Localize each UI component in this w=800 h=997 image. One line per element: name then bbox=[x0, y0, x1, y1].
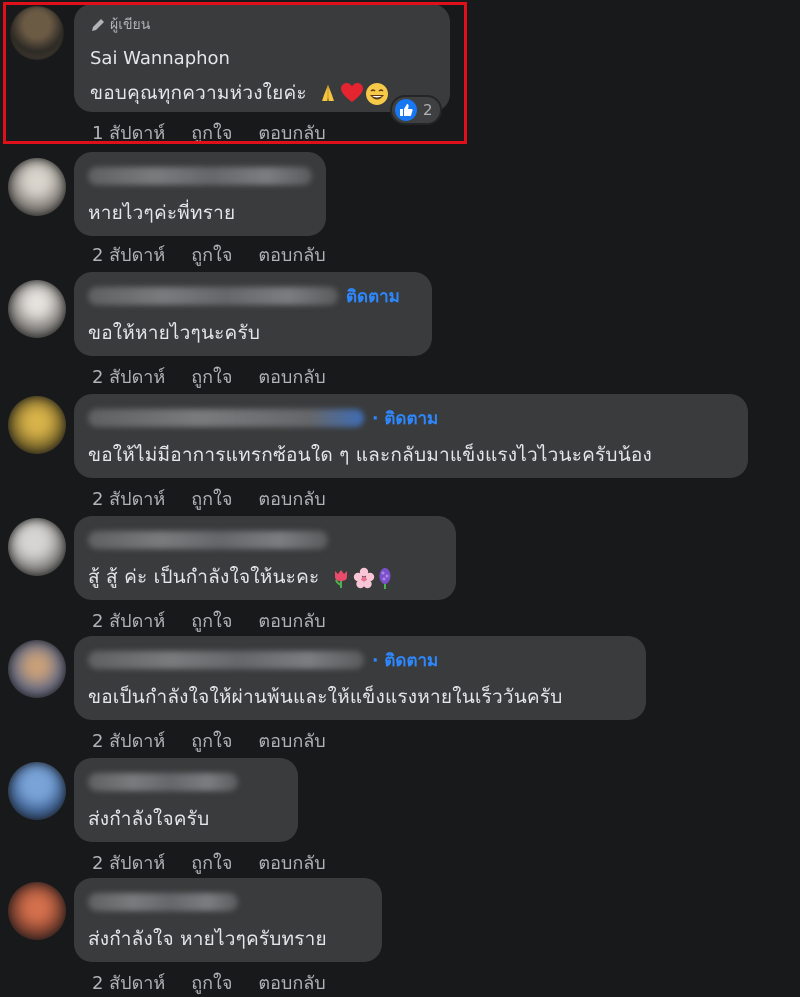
comment-bubble: สู้ สู้ ค่ะ เป็นกำลังใจให้นะคะ bbox=[74, 516, 456, 600]
avatar[interactable] bbox=[8, 396, 66, 454]
comment-item: · ติดตาม ขอให้ไม่มีอาการแทรกซ้อนใด ๆ และ… bbox=[0, 394, 800, 516]
like-button[interactable]: ถูกใจ bbox=[191, 968, 232, 997]
reply-button[interactable]: ตอบกลับ bbox=[258, 484, 325, 513]
comment-bubble: · ติดตาม ขอเป็นกำลังใจให้ผ่านพ้นและให้แข… bbox=[74, 636, 646, 720]
comment-timestamp[interactable]: 2 สัปดาห์ bbox=[92, 240, 165, 269]
comment-bubble: · ติดตาม ขอให้ไม่มีอาการแทรกซ้อนใด ๆ และ… bbox=[74, 394, 748, 478]
avatar[interactable] bbox=[8, 518, 66, 576]
comment-timestamp[interactable]: 2 สัปดาห์ bbox=[92, 848, 165, 877]
tulip-icon bbox=[334, 569, 347, 588]
comment-timestamp[interactable]: 2 สัปดาห์ bbox=[92, 362, 165, 391]
author-name-blurred[interactable] bbox=[88, 167, 312, 185]
comment-actions: 2 สัปดาห์ ถูกใจ ตอบกลับ bbox=[92, 848, 326, 877]
reply-button[interactable]: ตอบกลับ bbox=[258, 968, 325, 997]
comment-actions: 2 สัปดาห์ ถูกใจ ตอบกลับ bbox=[92, 484, 326, 513]
author-name-blurred[interactable] bbox=[88, 651, 364, 669]
comment-timestamp[interactable]: 2 สัปดาห์ bbox=[92, 726, 165, 755]
comment-item: · ติดตาม ขอเป็นกำลังใจให้ผ่านพ้นและให้แข… bbox=[0, 636, 800, 760]
like-button[interactable]: ถูกใจ bbox=[191, 848, 232, 877]
like-button[interactable]: ถูกใจ bbox=[191, 484, 232, 513]
reply-button[interactable]: ตอบกลับ bbox=[258, 726, 325, 755]
comment-text: ขอเป็นกำลังใจให้ผ่านพ้นและให้แข็งแรงหายใ… bbox=[88, 686, 563, 708]
like-button[interactable]: ถูกใจ bbox=[191, 726, 232, 755]
author-name-blurred[interactable] bbox=[88, 287, 338, 305]
comment-bubble: หายไวๆค่ะพี่ทราย bbox=[74, 152, 326, 236]
avatar[interactable] bbox=[8, 640, 66, 698]
comment-text: ส่งกำลังใจ หายไวๆครับทราย bbox=[88, 928, 327, 950]
comment-item: ส่งกำลังใจครับ 2 สัปดาห์ ถูกใจ ตอบกลับ bbox=[0, 758, 800, 880]
highlight-box bbox=[3, 2, 467, 144]
comment-item: ส่งกำลังใจ หายไวๆครับทราย 2 สัปดาห์ ถูกใ… bbox=[0, 878, 800, 994]
comment-item: หายไวๆค่ะพี่ทราย 2 สัปดาห์ ถูกใจ ตอบกลับ bbox=[0, 150, 800, 272]
author-name-blurred[interactable] bbox=[88, 409, 364, 427]
comment-text: หายไวๆค่ะพี่ทราย bbox=[88, 202, 236, 224]
comment-actions: 2 สัปดาห์ ถูกใจ ตอบกลับ bbox=[92, 968, 326, 997]
comment-actions: 2 สัปดาห์ ถูกใจ ตอบกลับ bbox=[92, 726, 326, 755]
like-button[interactable]: ถูกใจ bbox=[191, 362, 232, 391]
reply-button[interactable]: ตอบกลับ bbox=[258, 606, 325, 635]
like-button[interactable]: ถูกใจ bbox=[191, 606, 232, 635]
reply-button[interactable]: ตอบกลับ bbox=[258, 848, 325, 877]
comment-bubble: ติดตาม ขอให้หายไวๆนะครับ bbox=[74, 272, 432, 356]
comment-item: ติดตาม ขอให้หายไวๆนะครับ 2 สัปดาห์ ถูกใจ… bbox=[0, 272, 800, 394]
avatar[interactable] bbox=[8, 158, 66, 216]
comment-timestamp[interactable]: 2 สัปดาห์ bbox=[92, 484, 165, 513]
author-comment: ผู้เขียน Sai Wannaphon ขอบคุณทุกความห่วง… bbox=[0, 0, 800, 150]
hyacinth-icon bbox=[379, 567, 391, 589]
like-button[interactable]: ถูกใจ bbox=[191, 240, 232, 269]
avatar[interactable] bbox=[8, 762, 66, 820]
avatar[interactable] bbox=[8, 882, 66, 940]
comment-timestamp[interactable]: 2 สัปดาห์ bbox=[92, 606, 165, 635]
reply-button[interactable]: ตอบกลับ bbox=[258, 362, 325, 391]
comment-item: สู้ สู้ ค่ะ เป็นกำลังใจให้นะคะ 2 สัปดาห์… bbox=[0, 516, 800, 638]
comment-bubble: ส่งกำลังใจครับ bbox=[74, 758, 298, 842]
comment-text: ขอให้หายไวๆนะครับ bbox=[88, 322, 261, 344]
avatar[interactable] bbox=[8, 280, 66, 338]
follow-link[interactable]: · ติดตาม bbox=[372, 647, 438, 674]
comment-actions: 2 สัปดาห์ ถูกใจ ตอบกลับ bbox=[92, 362, 326, 391]
reply-button[interactable]: ตอบกลับ bbox=[258, 240, 325, 269]
cherry-blossom-icon bbox=[353, 567, 374, 588]
follow-link[interactable]: ติดตาม bbox=[346, 283, 400, 310]
author-name-blurred[interactable] bbox=[88, 531, 328, 549]
comment-text: สู้ สู้ ค่ะ เป็นกำลังใจให้นะคะ bbox=[88, 562, 394, 592]
author-name-blurred[interactable] bbox=[88, 773, 238, 791]
comment-actions: 2 สัปดาห์ ถูกใจ ตอบกลับ bbox=[92, 240, 326, 269]
comment-text: ส่งกำลังใจครับ bbox=[88, 808, 210, 830]
comment-timestamp[interactable]: 2 สัปดาห์ bbox=[92, 968, 165, 997]
comment-text: ขอให้ไม่มีอาการแทรกซ้อนใด ๆ และกลับมาแข็… bbox=[88, 444, 652, 466]
comment-actions: 2 สัปดาห์ ถูกใจ ตอบกลับ bbox=[92, 606, 326, 635]
follow-link[interactable]: · ติดตาม bbox=[372, 405, 438, 432]
author-name-blurred[interactable] bbox=[88, 893, 238, 911]
comment-bubble: ส่งกำลังใจ หายไวๆครับทราย bbox=[74, 878, 382, 962]
